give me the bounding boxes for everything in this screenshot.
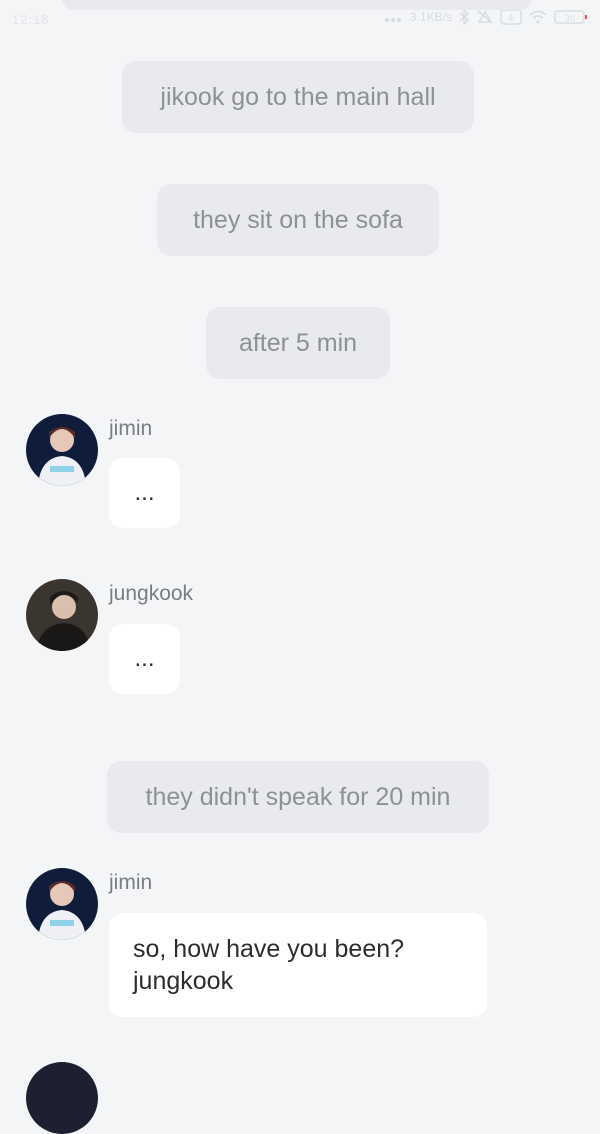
previous-narration-card xyxy=(62,0,532,10)
sender-name: jungkook xyxy=(109,582,194,605)
signal-icon xyxy=(384,18,401,22)
sender-name: jimin xyxy=(109,417,153,440)
wifi-icon xyxy=(529,10,547,24)
svg-text:30: 30 xyxy=(565,14,575,23)
narration-bubble: after 5 min xyxy=(206,307,390,379)
status-icons: 3.1KB/s 4 30 xyxy=(384,9,588,25)
mute-icon xyxy=(477,10,493,24)
network-speed: 3.1KB/s xyxy=(409,10,452,24)
battery-icon: 30 xyxy=(554,10,587,24)
sender-name: jimin xyxy=(109,871,153,894)
bluetooth-icon xyxy=(459,9,470,25)
message-bubble: ... xyxy=(109,458,180,528)
svg-text:4: 4 xyxy=(508,14,514,24)
avatar-jimin[interactable] xyxy=(26,414,98,486)
narration-bubble: they didn't speak for 20 min xyxy=(107,761,489,833)
sim-icon: 4 xyxy=(500,9,522,25)
avatar-next-message[interactable] xyxy=(26,1062,98,1134)
avatar-jimin[interactable] xyxy=(26,868,98,940)
message-bubble: ... xyxy=(109,624,180,694)
status-time: 12:18 xyxy=(12,12,50,27)
narration-bubble: jikook go to the main hall xyxy=(122,61,474,133)
message-bubble: so, how have you been? jungkook xyxy=(109,913,487,1017)
avatar-jungkook[interactable] xyxy=(26,579,98,651)
narration-bubble: they sit on the sofa xyxy=(157,184,439,256)
